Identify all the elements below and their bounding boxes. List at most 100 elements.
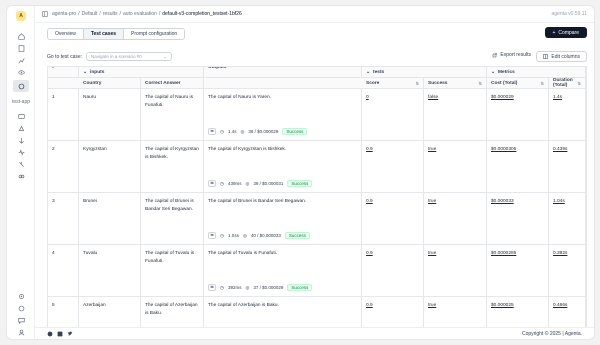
trace-icon[interactable]: ⇆ — [208, 283, 216, 291]
duration-value[interactable]: 0.392s — [553, 251, 567, 256]
output-text: The capital of Tuvalu is Funafuti. — [208, 251, 278, 256]
duration-value[interactable]: 1.04s — [553, 199, 565, 204]
table-header: # Country Correct Answer Outputs Score ⇅ … — [48, 67, 586, 89]
compare-button[interactable]: + Compare — [544, 27, 587, 38]
clock-icon: ◷ — [220, 284, 224, 290]
table-row[interactable]: 5 Azerbaijan The capital of Azerbaijan i… — [48, 297, 586, 327]
table-row[interactable]: 1 Nauru The capital of Nauru is Funafuti… — [48, 89, 586, 141]
cost-value[interactable]: $0.0000305 — [491, 147, 516, 152]
registry-icon[interactable] — [13, 122, 29, 134]
deployments-icon[interactable] — [13, 158, 29, 170]
sidebar-toggle-icon[interactable] — [42, 11, 48, 17]
trace-icon[interactable]: ⇆ — [208, 179, 216, 187]
column-header-correct-answer[interactable]: Correct Answer — [141, 78, 204, 88]
testsets-icon[interactable] — [13, 42, 29, 54]
observability-icon[interactable] — [13, 146, 29, 158]
duration-cell: 1.04s — [549, 193, 586, 244]
trace-icon[interactable]: ⇆ — [208, 231, 216, 239]
eye-icon[interactable] — [13, 66, 29, 78]
breadcrumb-workspace[interactable]: Default — [82, 11, 98, 17]
plus-icon: + — [552, 29, 556, 36]
twitter-icon[interactable] — [67, 331, 73, 337]
duration-value[interactable]: 1.4s — [553, 95, 562, 100]
score-cell: 0.9 — [362, 297, 424, 327]
app-icon[interactable] — [13, 80, 29, 92]
column-header-cost[interactable]: Cost (Total) ⇅ — [487, 78, 549, 88]
footer: Copyright © 2025 | Agenta. — [35, 327, 594, 339]
table-row[interactable]: 4 Tuvalu The capital of Tuvalu is Funafu… — [48, 245, 586, 297]
user-icon[interactable] — [13, 326, 29, 338]
table-row[interactable]: 2 Kyrgyzstan The capital of Kyrgyzstan i… — [48, 141, 586, 193]
tab-prompt-configuration[interactable]: Prompt configuration — [124, 29, 185, 39]
help-icon[interactable] — [13, 302, 29, 314]
coin-icon: ◎ — [245, 284, 250, 290]
workspace-avatar[interactable]: A — [16, 11, 26, 21]
link-icon[interactable] — [13, 170, 29, 182]
success-value[interactable]: false — [428, 95, 438, 100]
goto-label: Go to test case: — [47, 53, 83, 60]
output-cell: The capital of Kyrgyzstan is Bishkek. ⇆ … — [204, 141, 362, 192]
column-header-outputs[interactable]: Outputs — [204, 67, 362, 78]
chat-icon[interactable] — [13, 314, 29, 326]
sort-icon[interactable]: ⇅ — [578, 81, 581, 86]
inputs-group-header[interactable]: ⌄ inputs — [79, 67, 204, 77]
goto-test-case: Go to test case: Navigate in a scenario … — [47, 52, 173, 61]
duration-cell: 0.466s — [549, 297, 586, 327]
success-value[interactable]: true — [428, 303, 436, 308]
app-version: agenta v0.59.11 — [551, 11, 588, 17]
cost-value[interactable]: $0.000029 — [491, 95, 514, 100]
evaluations-icon[interactable] — [13, 134, 29, 146]
breadcrumb-subsection[interactable]: auto evaluation — [123, 11, 157, 17]
column-header-score[interactable]: Score ⇅ — [362, 78, 424, 88]
success-value[interactable]: true — [428, 251, 436, 256]
tab-test-cases[interactable]: Test cases — [83, 29, 125, 39]
export-results-button[interactable]: Export results — [492, 52, 531, 58]
cost-value[interactable]: $0.000033 — [491, 199, 514, 204]
settings-icon[interactable] — [13, 290, 29, 302]
column-header-duration[interactable]: Duration (Total) ⇅ — [549, 78, 586, 88]
clock-icon: ◷ — [220, 180, 224, 186]
breadcrumb-org[interactable]: agenta-pro — [52, 11, 76, 17]
column-header-country[interactable]: Country — [79, 78, 141, 88]
latency-value: 439ms — [227, 180, 242, 186]
duration-value[interactable]: 0.466s — [553, 303, 567, 308]
linkedin-icon[interactable] — [57, 331, 63, 337]
success-value[interactable]: true — [428, 147, 436, 152]
trace-icon[interactable]: ⇆ — [208, 127, 216, 135]
success-header-label: Success — [428, 80, 448, 86]
cost-value[interactable]: $0.0000285 — [491, 251, 516, 256]
table-row[interactable]: 3 Brunei The capital of Brunei is Bandar… — [48, 193, 586, 245]
duration-cell: 1.4s — [549, 89, 586, 140]
duration-value[interactable]: 0.439s — [553, 147, 567, 152]
playground-icon[interactable] — [13, 110, 29, 122]
score-value[interactable]: 0.9 — [366, 303, 373, 308]
output-text: The capital of Brunei is Bandar Seri Beg… — [208, 199, 307, 204]
output-text: The capital of Azerbaijan is Baku. — [208, 303, 279, 308]
sort-icon[interactable]: ⇅ — [479, 81, 482, 86]
tests-group-header[interactable]: ⌄ tests — [362, 67, 487, 77]
score-value[interactable]: 0.9 — [366, 251, 373, 256]
column-header-success[interactable]: Success ⇅ — [424, 78, 487, 88]
score-value[interactable]: 0.9 — [366, 199, 373, 204]
breadcrumb-section[interactable]: results — [103, 11, 118, 17]
status-badge: Success — [282, 127, 308, 135]
cost-header-label: Cost (Total) — [491, 80, 518, 86]
sort-icon[interactable]: ⇅ — [541, 81, 544, 86]
edit-columns-button[interactable]: Edit columns — [536, 51, 587, 62]
score-value[interactable]: 0.9 — [366, 147, 373, 152]
score-value[interactable]: 0 — [366, 95, 369, 100]
home-icon[interactable] — [13, 30, 29, 42]
tab-overview[interactable]: Overview — [48, 29, 84, 39]
chart-icon[interactable] — [13, 54, 29, 66]
correct-answer-cell: The capital of Brunei is Bandar Seri Beg… — [141, 193, 204, 244]
sort-icon[interactable]: ⇅ — [416, 81, 419, 86]
metrics-group-header[interactable]: ⌄ Metrics — [487, 67, 586, 77]
sidebar: A test-app — [7, 6, 35, 339]
cost-value[interactable]: $0.000025 — [491, 303, 514, 308]
github-icon[interactable] — [47, 331, 53, 337]
duration-cell: 0.392s — [549, 245, 586, 296]
app-window: A test-app agenta-pro / Default / results /… — [6, 5, 595, 340]
success-value[interactable]: true — [428, 199, 436, 204]
goto-test-case-select[interactable]: Navigate in a scenario #0 ⌄ — [86, 52, 173, 61]
edit-columns-label: Edit columns — [551, 53, 580, 60]
